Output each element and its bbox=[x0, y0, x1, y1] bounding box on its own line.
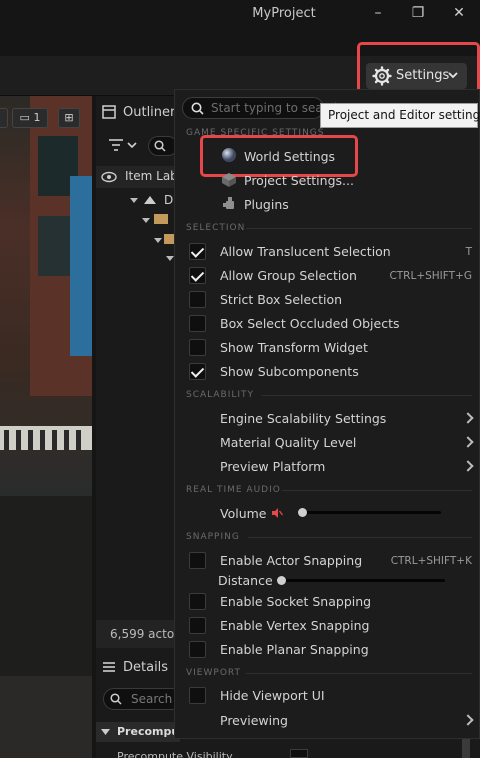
plugin-icon bbox=[223, 197, 234, 209]
details-row-label: Precompute Visibility bbox=[117, 750, 233, 758]
level-viewport[interactable] bbox=[0, 96, 92, 758]
minimize-button[interactable]: – bbox=[364, 2, 392, 24]
restore-button[interactable]: ❐ bbox=[404, 2, 432, 24]
search-icon bbox=[154, 140, 166, 152]
menu-search-input[interactable]: Start typing to search bbox=[182, 97, 342, 119]
camera-count: 1 bbox=[33, 111, 41, 124]
details-search-placeholder: Search bbox=[131, 692, 173, 706]
settings-button[interactable]: Settings bbox=[366, 63, 467, 89]
section-realtime-audio: REAL TIME AUDIO bbox=[186, 485, 281, 495]
hide-viewport-ui-checkbox[interactable] bbox=[189, 687, 206, 704]
hide-viewport-ui-label[interactable]: Hide Viewport UI bbox=[220, 688, 325, 703]
show-subcomponents-checkbox[interactable] bbox=[189, 363, 206, 380]
grid-layout-button[interactable]: ⊞ bbox=[58, 108, 80, 128]
actor-count: 6,599 actor bbox=[96, 620, 180, 648]
section-game-specific: GAME SPECIFIC SETTINGS bbox=[186, 128, 325, 138]
allow-translucent-selection-label[interactable]: Allow Translucent Selection bbox=[220, 244, 391, 259]
shortcut-label: T bbox=[465, 246, 472, 258]
enable-planar-snapping-label[interactable]: Enable Planar Snapping bbox=[220, 642, 369, 657]
section-divider bbox=[246, 673, 472, 674]
outliner-icon bbox=[102, 105, 116, 119]
snap-distance-knob[interactable] bbox=[277, 576, 286, 585]
section-snapping: SNAPPING bbox=[186, 532, 240, 542]
title-bar: MyProject – ❐ ✕ bbox=[0, 0, 480, 28]
camera-count-button[interactable]: ▭ 1 bbox=[12, 108, 48, 128]
details-search-input[interactable]: Search bbox=[103, 688, 183, 710]
snap-distance-track[interactable] bbox=[281, 579, 445, 582]
details-row-checkbox[interactable] bbox=[290, 749, 308, 758]
volume-slider-knob[interactable] bbox=[298, 508, 307, 517]
section-divider bbox=[262, 395, 472, 396]
chevron-down-icon bbox=[101, 729, 110, 735]
volume-slider-track[interactable] bbox=[300, 511, 441, 514]
section-divider bbox=[248, 537, 472, 538]
allow-translucent-selection-checkbox[interactable] bbox=[189, 243, 206, 260]
enable-actor-snapping-checkbox[interactable] bbox=[189, 552, 206, 569]
scene-image bbox=[0, 96, 92, 758]
search-icon bbox=[110, 693, 122, 705]
viewport-option-button[interactable] bbox=[0, 108, 8, 128]
enable-vertex-snapping-label[interactable]: Enable Vertex Snapping bbox=[220, 618, 369, 633]
plugins-item[interactable]: Plugins bbox=[244, 197, 289, 212]
box-select-occluded-checkbox[interactable] bbox=[189, 315, 206, 332]
enable-socket-snapping-label[interactable]: Enable Socket Snapping bbox=[220, 594, 371, 609]
box-select-occluded-label[interactable]: Box Select Occluded Objects bbox=[220, 316, 399, 331]
strict-box-selection-checkbox[interactable] bbox=[189, 291, 206, 308]
section-scalability: SCALABILITY bbox=[186, 390, 255, 400]
details-tab[interactable]: Details bbox=[123, 660, 168, 675]
eye-icon bbox=[101, 171, 117, 183]
enable-actor-snapping-label[interactable]: Enable Actor Snapping bbox=[220, 553, 362, 568]
gear-icon bbox=[372, 66, 392, 86]
show-transform-widget-label[interactable]: Show Transform Widget bbox=[220, 340, 368, 355]
preview-platform-item[interactable]: Preview Platform bbox=[220, 459, 325, 474]
details-scrollbar[interactable] bbox=[462, 736, 470, 758]
engine-scalability-item[interactable]: Engine Scalability Settings bbox=[220, 411, 386, 426]
world-settings-item[interactable]: World Settings bbox=[244, 149, 335, 164]
volume-label: Volume bbox=[220, 506, 267, 521]
outliner-tab[interactable]: Outliner bbox=[123, 105, 175, 120]
grid-icon: ⊞ bbox=[64, 111, 74, 124]
details-icon bbox=[103, 662, 115, 672]
allow-group-selection-checkbox[interactable] bbox=[189, 267, 206, 284]
snap-distance-label: Distance bbox=[218, 573, 273, 588]
chevron-down-icon bbox=[448, 72, 458, 79]
section-viewport: VIEWPORT bbox=[186, 668, 242, 678]
settings-label: Settings bbox=[396, 68, 450, 83]
section-divider bbox=[282, 490, 472, 491]
outliner-row-text: D bbox=[164, 193, 174, 207]
show-subcomponents-label[interactable]: Show Subcomponents bbox=[220, 364, 359, 379]
camera-icon: ▭ bbox=[19, 111, 30, 124]
search-icon bbox=[191, 102, 204, 115]
strict-box-selection-label[interactable]: Strict Box Selection bbox=[220, 292, 342, 307]
enable-socket-snapping-checkbox[interactable] bbox=[189, 593, 206, 610]
item-label-column[interactable]: Item Lab bbox=[125, 169, 178, 183]
project-settings-icon bbox=[222, 173, 236, 187]
speaker-muted-icon[interactable] bbox=[271, 507, 283, 519]
project-settings-item[interactable]: Project Settings... bbox=[244, 173, 354, 188]
details-section-header[interactable]: Precompute bbox=[96, 722, 192, 742]
outliner-column-header: Item Lab bbox=[96, 166, 180, 188]
filter-icon[interactable] bbox=[108, 138, 138, 152]
shortcut-label: CTRL+SHIFT+G bbox=[389, 270, 472, 282]
section-divider bbox=[246, 228, 472, 229]
previewing-item[interactable]: Previewing bbox=[220, 713, 288, 728]
material-quality-item[interactable]: Material Quality Level bbox=[220, 435, 356, 450]
shortcut-label: CTRL+SHIFT+K bbox=[390, 555, 472, 567]
settings-tooltip: Project and Editor settings bbox=[320, 103, 480, 128]
globe-icon bbox=[222, 148, 236, 162]
close-button[interactable]: ✕ bbox=[445, 2, 473, 24]
allow-group-selection-label[interactable]: Allow Group Selection bbox=[220, 268, 357, 283]
section-selection: SELECTION bbox=[186, 223, 246, 233]
enable-vertex-snapping-checkbox[interactable] bbox=[189, 617, 206, 634]
enable-planar-snapping-checkbox[interactable] bbox=[189, 641, 206, 658]
show-transform-widget-checkbox[interactable] bbox=[189, 339, 206, 356]
